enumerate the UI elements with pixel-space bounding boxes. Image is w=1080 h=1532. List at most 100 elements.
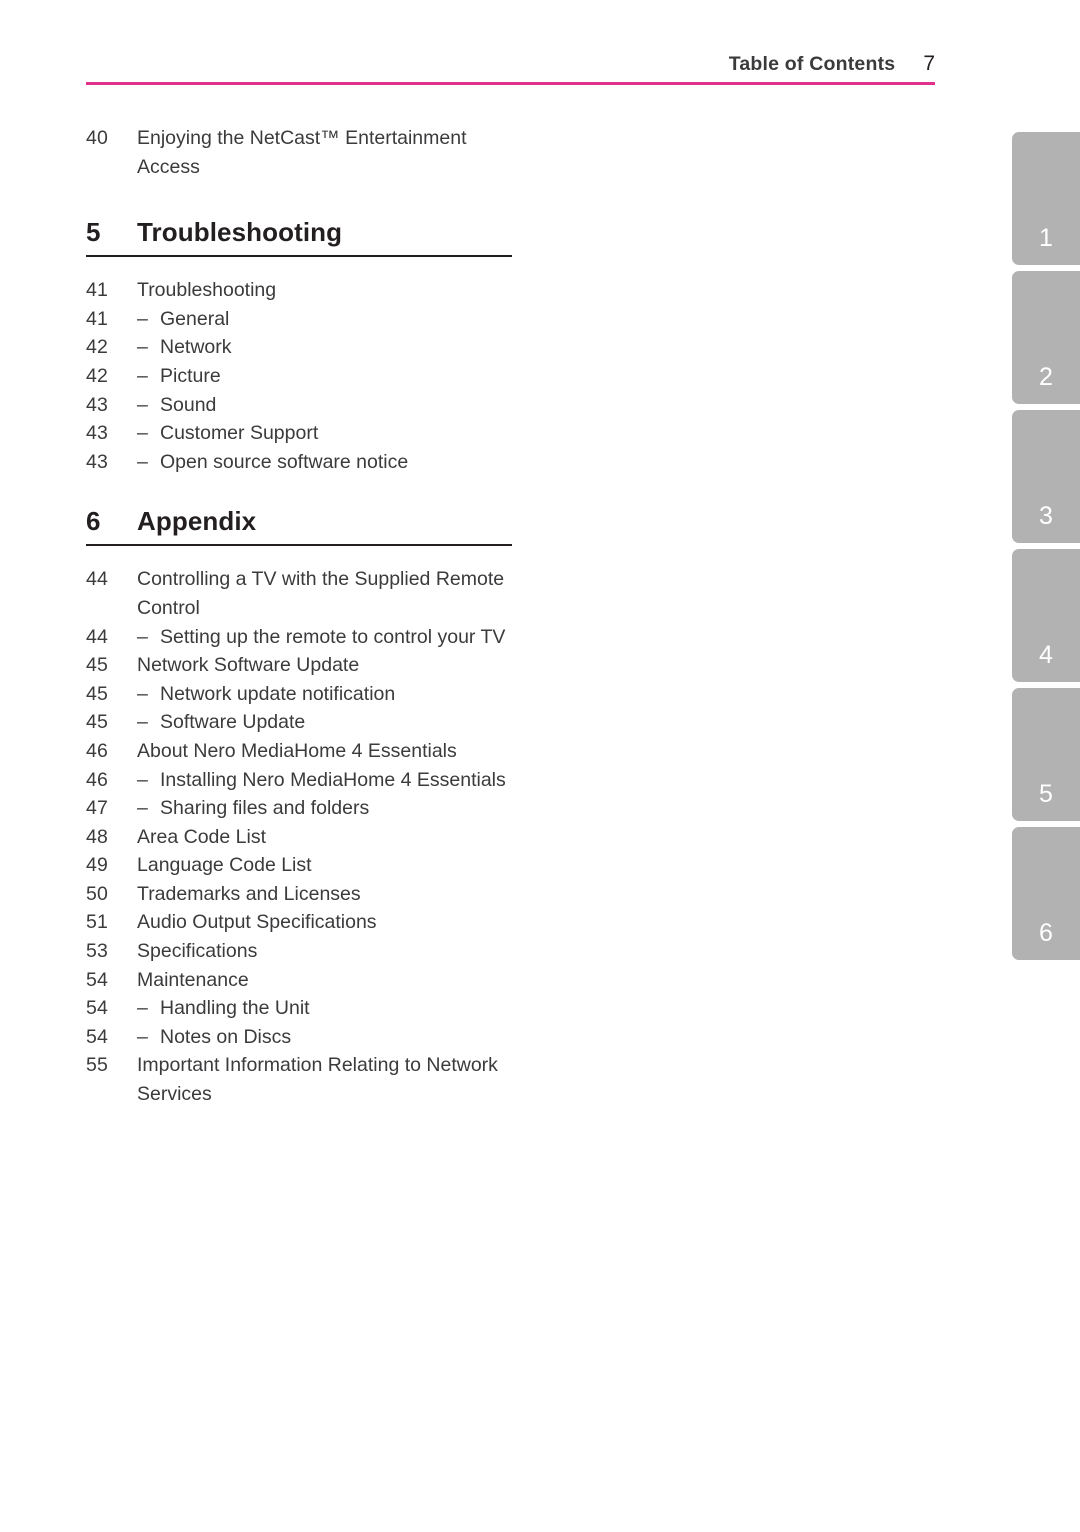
toc-entry[interactable]: 51 Audio Output Specifications	[86, 908, 512, 937]
chapter-number: 5	[86, 217, 101, 248]
toc-sub-entry[interactable]: 45 – Software Update	[86, 708, 512, 737]
toc-entry-page: 54	[86, 1025, 108, 1048]
toc-sub-entry[interactable]: 46 – Installing Nero MediaHome 4 Essential…	[86, 766, 512, 795]
toc-sub-text: – Sound	[137, 391, 512, 420]
toc-entry-label: Software Update	[160, 711, 306, 734]
toc-entry-label: Area Code List	[137, 825, 266, 848]
toc-entry[interactable]: 54 Maintenance	[86, 966, 512, 995]
manual-page: Table of Contents 7 40 Enjoying the NetCa…	[0, 0, 1080, 1532]
running-header: Table of Contents 7	[86, 52, 935, 86]
chapter-tab-6[interactable]: 6	[1012, 827, 1080, 960]
toc-sub-text: – Handling the Unit	[137, 994, 512, 1023]
toc-sub-dash: –	[137, 682, 148, 705]
toc-sub-entry[interactable]: 41 – General	[86, 305, 512, 334]
chapter-tab-4[interactable]: 4	[1012, 549, 1080, 682]
toc-sub-text: – Network	[137, 333, 512, 362]
chapter-tab-number: 1	[1039, 224, 1053, 252]
toc-sub-entry[interactable]: 47 – Sharing files and folders	[86, 794, 512, 823]
toc-entry-page: 44	[86, 625, 108, 648]
toc-sub-text: – Installing Nero MediaHome 4 Essentials	[137, 766, 512, 795]
toc-sub-text: – Open source software notice	[137, 448, 512, 477]
header-rule	[86, 82, 935, 85]
chapter-number: 6	[86, 506, 101, 537]
toc-sub-dash: –	[137, 364, 148, 387]
toc-entry-page: 49	[86, 854, 108, 877]
toc-entry[interactable]: 41 Troubleshooting	[86, 276, 512, 305]
toc-sub-dash: –	[137, 711, 148, 734]
toc-entry-page: 46	[86, 768, 108, 791]
toc-entry-label: Customer Support	[160, 422, 319, 445]
toc-sub-entry[interactable]: 54 – Handling the Unit	[86, 994, 512, 1023]
toc-sub-entry[interactable]: 45 – Network update notification	[86, 680, 512, 709]
toc-entry[interactable]: 40 Enjoying the NetCast™ Entertainment Ac…	[86, 124, 512, 181]
toc-entry-page: 41	[86, 279, 108, 302]
chapter-tab-3[interactable]: 3	[1012, 410, 1080, 543]
toc-entry[interactable]: 45 Network Software Update	[86, 651, 512, 680]
toc-entry-label: Setting up the remote to control your TV	[160, 625, 506, 648]
toc-sub-dash: –	[137, 797, 148, 820]
chapter-tab-number: 3	[1039, 502, 1053, 530]
toc-sub-dash: –	[137, 336, 148, 359]
toc-entry-page: 54	[86, 968, 108, 991]
toc-entry-label: Picture	[160, 364, 221, 387]
toc-entry-label: Sharing files and folders	[160, 797, 370, 820]
toc-entry-label: Troubleshooting	[137, 279, 277, 302]
page-number: 7	[923, 52, 935, 75]
toc-entry-label: Network	[160, 336, 232, 359]
toc-entry-page: 55	[86, 1054, 108, 1077]
toc-sub-text: – Notes on Discs	[137, 1023, 512, 1052]
toc-sub-dash: –	[137, 768, 148, 791]
toc-entry[interactable]: 50 Trademarks and Licenses	[86, 880, 512, 909]
toc-entry[interactable]: 55 Important Information Relating to Netw…	[86, 1051, 512, 1108]
toc-sub-text: – Network update notification	[137, 680, 512, 709]
toc-entry-label: Open source software notice	[160, 450, 409, 473]
toc-sub-entry[interactable]: 44 – Setting up the remote to control your…	[86, 623, 512, 652]
toc-sub-entry[interactable]: 42 – Picture	[86, 362, 512, 391]
toc-entry-label: About Nero MediaHome 4 Essentials	[137, 739, 457, 762]
toc-sub-dash: –	[137, 625, 148, 648]
toc-entry[interactable]: 49 Language Code List	[86, 851, 512, 880]
chapter-spacer	[86, 267, 512, 276]
toc-list: 40 Enjoying the NetCast™ Entertainment Ac…	[86, 124, 512, 1109]
toc-entry-page: 42	[86, 336, 108, 359]
chapter-rule	[86, 255, 512, 258]
toc-sub-text: – Sharing files and folders	[137, 794, 512, 823]
toc-entry-page: 45	[86, 682, 108, 705]
chapter-tab-2[interactable]: 2	[1012, 271, 1080, 404]
toc-entry-page: 43	[86, 422, 108, 445]
toc-entry-label: Controlling a TV with the Supplied Remot…	[137, 568, 505, 619]
chapter-rule	[86, 544, 512, 547]
toc-sub-entry[interactable]: 42 – Network	[86, 333, 512, 362]
toc-entry-page: 43	[86, 450, 108, 473]
toc-sub-dash: –	[137, 307, 148, 330]
toc-entry-page: 40	[86, 127, 108, 149]
chapter-tab-number: 4	[1039, 641, 1053, 669]
chapter-tab-1[interactable]: 1	[1012, 132, 1080, 265]
toc-entry-label: Notes on Discs	[160, 1025, 292, 1048]
toc-sub-dash: –	[137, 422, 148, 445]
toc-entry-page: 50	[86, 882, 108, 905]
toc-entry-label: Language Code List	[137, 854, 312, 877]
toc-sub-entry[interactable]: 54 – Notes on Discs	[86, 1023, 512, 1052]
toc-entry[interactable]: 48 Area Code List	[86, 823, 512, 852]
toc-sub-entry[interactable]: 43 – Sound	[86, 391, 512, 420]
toc-entry-label: Audio Output Specifications	[137, 911, 377, 934]
chapter-spacer	[86, 556, 512, 565]
toc-sub-text: – Picture	[137, 362, 512, 391]
toc-entry-page: 42	[86, 364, 108, 387]
toc-sub-dash: –	[137, 1025, 148, 1048]
toc-entry-page: 53	[86, 940, 108, 963]
chapter-tab-number: 5	[1039, 780, 1053, 808]
toc-sub-dash: –	[137, 393, 148, 416]
toc-entry-page: 43	[86, 393, 108, 416]
toc-entry-label: Network update notification	[160, 682, 396, 705]
toc-entry[interactable]: 44 Controlling a TV with the Supplied Rem…	[86, 565, 512, 622]
toc-sub-entry[interactable]: 43 – Customer Support	[86, 419, 512, 448]
toc-sub-text: – Customer Support	[137, 419, 512, 448]
toc-entry[interactable]: 53 Specifications	[86, 937, 512, 966]
chapter-tab-5[interactable]: 5	[1012, 688, 1080, 821]
toc-sub-dash: –	[137, 997, 148, 1020]
chapter-heading: 5 Troubleshooting	[86, 217, 512, 258]
toc-entry[interactable]: 46 About Nero MediaHome 4 Essentials	[86, 737, 512, 766]
toc-sub-entry[interactable]: 43 – Open source software notice	[86, 448, 512, 477]
